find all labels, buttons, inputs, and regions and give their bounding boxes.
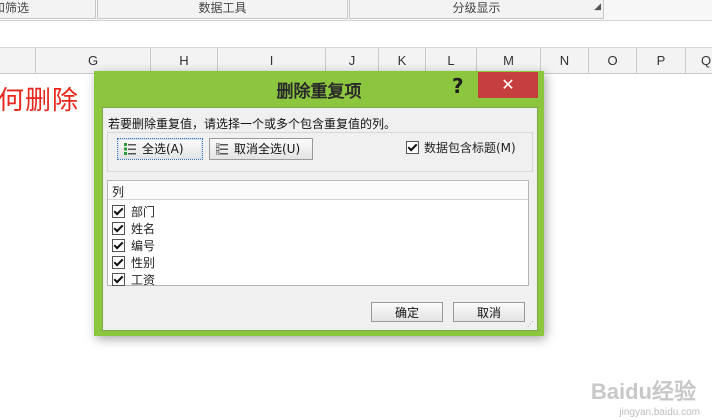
column-header-q[interactable]: Q [686,48,712,73]
dialog-launcher-icon[interactable]: ◢ [594,3,601,12]
list-item-label: 编号 [131,239,156,253]
checkbox[interactable] [112,256,125,269]
dialog-body: 若要删除重复值，请选择一个或多个包含重复值的列。 全选(A) 取消全选(U) 数… [102,107,538,331]
list-item-gender[interactable]: 性别 [112,254,155,271]
column-header-blank[interactable] [0,48,36,73]
column-header-i[interactable]: I [218,48,326,73]
column-header-g[interactable]: G [36,48,151,73]
column-header-m[interactable]: M [477,48,541,73]
list-item-label: 性别 [131,256,156,270]
column-header-p[interactable]: P [637,48,686,73]
list-item-dept[interactable]: 部门 [112,203,155,220]
cell-title-text: 何删除 [0,86,80,116]
ribbon-group-sort-filter: 和筛选 [0,0,96,19]
watermark-logo: Baidu经验 [590,379,696,404]
formula-bar[interactable] [0,21,712,48]
instruction-text: 若要删除重复值，请选择一个或多个包含重复值的列。 [108,117,397,131]
dialog-titlebar[interactable]: 删除重复项 ? ✕ [94,71,544,107]
dialog-title: 删除重复项 [276,82,362,102]
cancel-button[interactable]: 取消 [453,302,525,322]
remove-duplicates-dialog: 删除重复项 ? ✕ 若要删除重复值，请选择一个或多个包含重复值的列。 全选(A)… [94,71,544,336]
column-header-n[interactable]: N [541,48,589,73]
columns-listbox[interactable]: 列 部门 姓名 编号 性别 工资 [107,180,529,288]
ribbon-group-outline: 分级显示 ◢ [349,0,604,19]
select-all-label: 全选(A) [142,142,184,156]
ribbon-group-data-tools: 数据工具 [97,0,348,19]
header-checkbox-label: 数据包含标题(M) [424,141,516,155]
resize-grip-icon[interactable]: ⋰ [527,320,535,328]
list-item-label: 工资 [131,273,156,287]
list-item-name[interactable]: 姓名 [112,220,155,237]
help-button[interactable]: ? [452,74,464,98]
unselect-all-label: 取消全选(U) [234,142,301,156]
column-header-l[interactable]: L [426,48,477,73]
ribbon-group-labels: 和筛选 数据工具 分级显示 ◢ [0,0,712,21]
header-checkbox-row[interactable]: 数据包含标题(M) [406,139,516,156]
list-header: 列 [108,181,528,200]
select-all-icon [124,143,136,155]
close-button[interactable]: ✕ [478,72,538,98]
list-item-label: 姓名 [131,222,156,236]
unselect-all-icon [216,143,228,155]
column-header-h[interactable]: H [151,48,218,73]
list-item-id[interactable]: 编号 [112,237,155,254]
select-all-button[interactable]: 全选(A) [117,138,203,160]
ok-button[interactable]: 确定 [371,302,443,322]
checkbox[interactable] [112,273,125,286]
list-item-salary[interactable]: 工资 [112,271,155,288]
header-checkbox[interactable] [406,141,419,154]
watermark-url: jingyan.baidu.com [619,407,700,418]
checkbox[interactable] [112,239,125,252]
checkbox[interactable] [112,205,125,218]
column-header-j[interactable]: J [326,48,379,73]
unselect-all-button[interactable]: 取消全选(U) [209,138,313,160]
column-header-k[interactable]: K [379,48,426,73]
list-item-label: 部门 [131,205,156,219]
checkbox[interactable] [112,222,125,235]
close-icon: ✕ [501,75,515,94]
column-header-o[interactable]: O [589,48,637,73]
